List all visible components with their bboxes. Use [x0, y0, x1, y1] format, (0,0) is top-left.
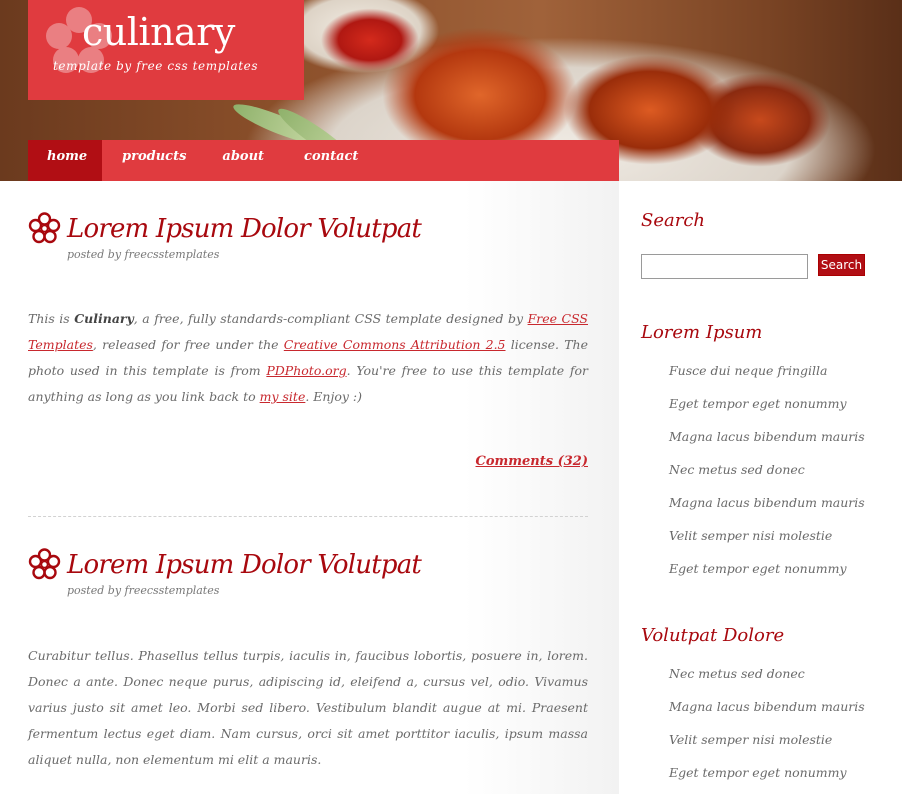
search-button[interactable]: Search — [818, 254, 865, 276]
sidebar-link[interactable]: Eget tempor eget nonummy — [669, 396, 865, 429]
post-divider — [28, 516, 588, 517]
post-title-row: Lorem Ipsum Dolor Volutpat — [28, 548, 422, 581]
creative-commons-link[interactable]: Creative Commons Attribution 2.5 — [284, 337, 506, 352]
comments-link[interactable]: Comments (32) — [476, 454, 589, 469]
post-body: Curabitur tellus. Phasellus tellus turpi… — [28, 648, 588, 767]
header-banner: culinary template by free css templates … — [0, 0, 902, 181]
sidebar: Search Search Lorem Ipsum Fusce dui nequ… — [619, 181, 902, 794]
sidebar-link[interactable]: Nec metus sed donec — [669, 666, 865, 699]
sidebar-link[interactable]: Eget tempor eget nonummy — [669, 561, 865, 594]
search-heading: Search — [641, 210, 705, 231]
sidebar-link[interactable]: Magna lacus bibendum mauris — [669, 495, 865, 528]
sidebar-link[interactable]: Eget tempor eget nonummy — [669, 765, 865, 798]
menu-item-products[interactable]: products — [102, 140, 204, 181]
sidebar-link[interactable]: Velit semper nisi molestie — [669, 528, 865, 561]
post-byline: posted by freecsstemplates — [67, 584, 220, 597]
sidebar-link[interactable]: Magna lacus bibendum mauris — [669, 699, 865, 732]
body-text: This is — [28, 311, 75, 326]
body-text: , released for free under the — [92, 337, 284, 352]
sidebar-link[interactable]: Velit semper nisi molestie — [669, 732, 865, 765]
sidebar-list-volutpat-dolore: Nec metus sed donec Magna lacus bibendum… — [669, 666, 865, 798]
sidebar-link[interactable]: Fusce dui neque fringilla — [669, 363, 865, 396]
body-text: . Enjoy :) — [305, 389, 363, 404]
site-title: culinary — [82, 10, 235, 54]
search-input[interactable] — [641, 254, 808, 279]
post: Lorem Ipsum Dolor Volutpat posted by fre… — [28, 212, 588, 502]
menu-item-about[interactable]: about — [204, 140, 282, 181]
flower-bullet-icon — [28, 212, 61, 244]
section-heading-volutpat-dolore: Volutpat Dolore — [641, 625, 785, 646]
my-site-link[interactable]: my site — [260, 389, 306, 404]
post: Lorem Ipsum Dolor Volutpat posted by fre… — [28, 548, 588, 794]
sidebar-list-lorem-ipsum: Fusce dui neque fringilla Eget tempor eg… — [669, 363, 865, 594]
post-title-row: Lorem Ipsum Dolor Volutpat — [28, 212, 422, 245]
post-title[interactable]: Lorem Ipsum Dolor Volutpat — [67, 214, 422, 244]
body-text: , a free, fully standards-compliant CSS … — [133, 311, 528, 326]
body-strong: Culinary — [74, 311, 134, 326]
sidebar-link[interactable]: Magna lacus bibendum mauris — [669, 429, 865, 462]
main-content: Lorem Ipsum Dolor Volutpat posted by fre… — [0, 181, 619, 794]
section-heading-lorem-ipsum: Lorem Ipsum — [641, 322, 763, 343]
menu-item-contact[interactable]: contact — [282, 140, 376, 181]
menu-item-home[interactable]: home — [28, 140, 102, 181]
post-byline: posted by freecsstemplates — [67, 248, 220, 261]
flower-bullet-icon — [28, 548, 61, 580]
site-tagline: template by free css templates — [53, 59, 259, 73]
logo-box[interactable]: culinary template by free css templates — [28, 0, 304, 100]
post-body: This is Culinary, a free, fully standard… — [28, 306, 588, 410]
post-title[interactable]: Lorem Ipsum Dolor Volutpat — [67, 550, 422, 580]
main-menu: home products about contact — [28, 140, 619, 181]
sidebar-link[interactable]: Nec metus sed donec — [669, 462, 865, 495]
pdphoto-link[interactable]: PDPhoto.org — [266, 363, 346, 378]
